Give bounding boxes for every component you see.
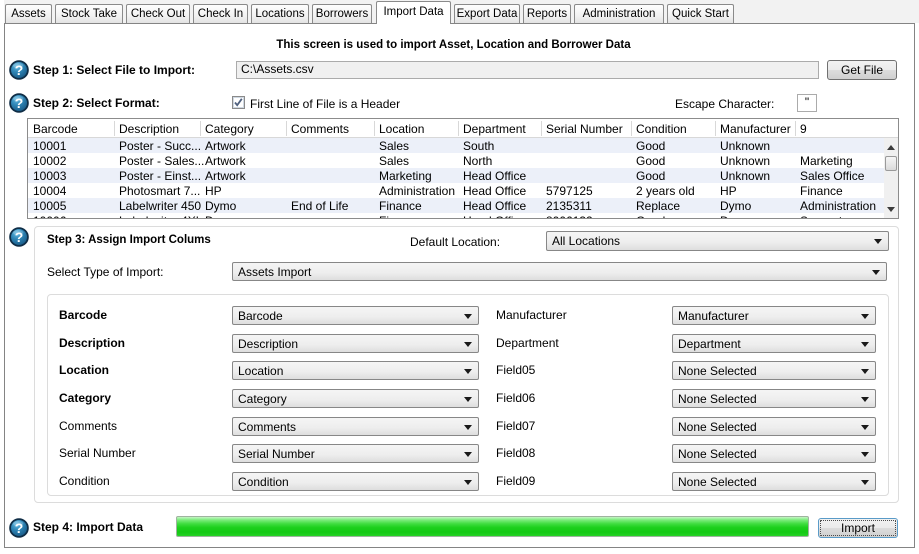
svg-text:?: ? xyxy=(15,520,24,536)
svg-text:?: ? xyxy=(15,62,24,78)
svg-text:?: ? xyxy=(15,95,24,111)
svg-text:?: ? xyxy=(15,229,24,245)
